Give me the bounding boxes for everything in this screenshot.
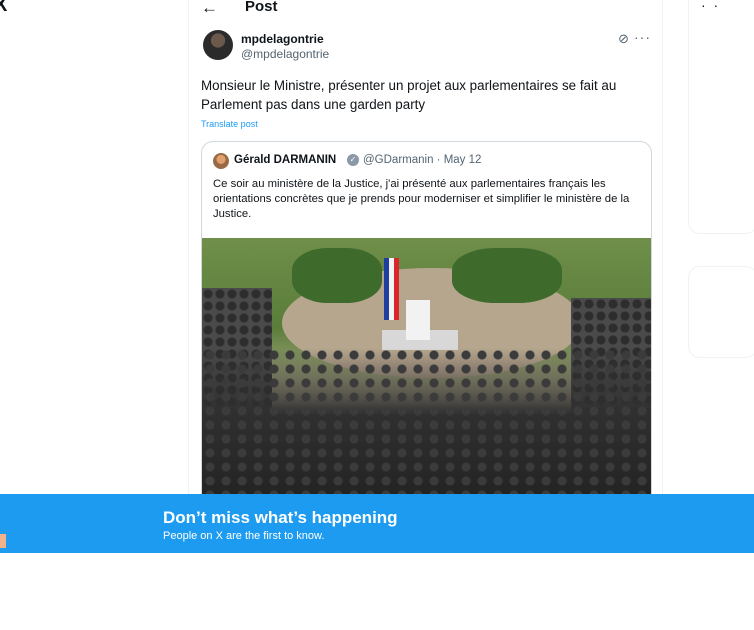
page-title: Post (245, 0, 278, 15)
quoted-avatar[interactable] (213, 153, 229, 169)
quoted-handle-and-date: @GDarmanin · May 12 (363, 154, 482, 166)
avatar[interactable] (203, 30, 233, 60)
photo-lectern (406, 300, 430, 340)
banner-title: Don’t miss what’s happening (163, 508, 398, 527)
post-text: Monsieur le Ministre, présenter un proje… (201, 78, 617, 112)
photo-hedge (452, 248, 562, 303)
more-icon[interactable]: ··· (634, 29, 651, 45)
banner-subtitle: People on X are the first to know. (163, 530, 325, 542)
translate-post-link[interactable]: Translate post (201, 119, 258, 129)
arrow-left-icon[interactable]: ← (201, 0, 218, 18)
post-author: mpdelagontrie @mpdelagontrie ⊘ ··· (203, 29, 653, 66)
banner-tab (0, 534, 6, 548)
quoted-post-text: Ce soir au ministère de la Justice, j'ai… (213, 178, 630, 220)
photo-crowd (202, 348, 651, 494)
post-photo[interactable] (202, 238, 651, 494)
post-header: ← Post (189, 0, 662, 22)
sidebar-card: · · (688, 0, 754, 234)
post-column: ← Post mpdelagontrie @mpdelagontrie ⊘ ··… (188, 0, 663, 494)
grok-icon[interactable]: ⊘ (618, 31, 629, 47)
author-handle[interactable]: @mpdelagontrie (241, 47, 329, 61)
x-logo-icon[interactable]: X (0, 0, 7, 17)
signup-banner: Don’t miss what’s happening People on X … (0, 494, 754, 553)
photo-hedge (292, 248, 382, 303)
verified-badge-icon: ✓ (347, 154, 359, 166)
more-icon[interactable]: · · (701, 0, 720, 13)
author-display-name[interactable]: mpdelagontrie (241, 32, 324, 46)
photo-flag (394, 258, 399, 320)
quoted-display-name[interactable]: Gérald DARMANIN (234, 154, 336, 166)
quoted-post[interactable]: Gérald DARMANIN ✓ @GDarmanin · May 12 Ce… (201, 141, 652, 494)
sidebar-card (688, 266, 754, 358)
